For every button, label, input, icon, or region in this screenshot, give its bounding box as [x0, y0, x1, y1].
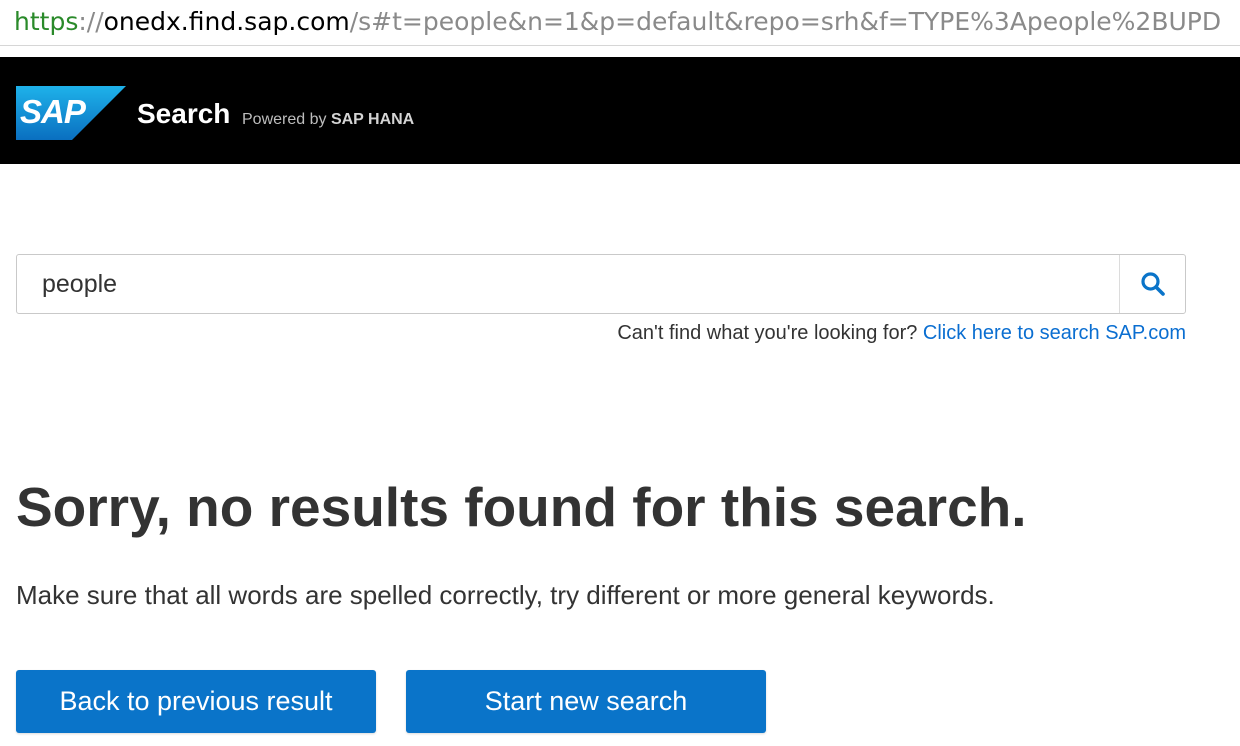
powered-by-brand: SAP HANA	[330, 111, 415, 128]
back-to-previous-button[interactable]: Back to previous result	[16, 670, 376, 733]
powered-by: Powered by SAP HANA	[242, 110, 414, 130]
url-scheme: https	[14, 7, 79, 36]
url-separator: ://	[78, 7, 104, 36]
site-header: SAP Search	[0, 57, 1240, 164]
search-icon	[1140, 272, 1165, 296]
search-box	[16, 254, 1186, 314]
powered-by-prefix: Powered by	[242, 111, 327, 128]
sap-logo[interactable]: SAP	[16, 86, 126, 140]
url-host: onedx.find.sap.com	[103, 7, 350, 36]
header-title: Search	[137, 98, 231, 129]
no-results-title: Sorry, no results found for this search.	[16, 476, 1027, 538]
url-path: /s#t=people&n=1&p=default&repo=srh&f=TYP…	[349, 7, 1222, 36]
browser-url-bar[interactable]: https://onedx.find.sap.com/s#t=people&n=…	[0, 0, 1240, 46]
search-input[interactable]	[17, 255, 1121, 313]
start-new-search-button[interactable]: Start new search	[406, 670, 766, 733]
sap-logo-text: SAP	[20, 93, 87, 130]
no-results-hint: Make sure that all words are spelled cor…	[16, 580, 995, 610]
search-sap-link[interactable]: Click here to search SAP.com	[923, 322, 1186, 344]
url-text[interactable]: https://onedx.find.sap.com/s#t=people&n=…	[14, 6, 1221, 38]
help-text: Can't find what you're looking for?	[617, 322, 918, 344]
search-button[interactable]	[1119, 255, 1185, 313]
help-line: Can't find what you're looking for? Clic…	[617, 320, 1186, 346]
